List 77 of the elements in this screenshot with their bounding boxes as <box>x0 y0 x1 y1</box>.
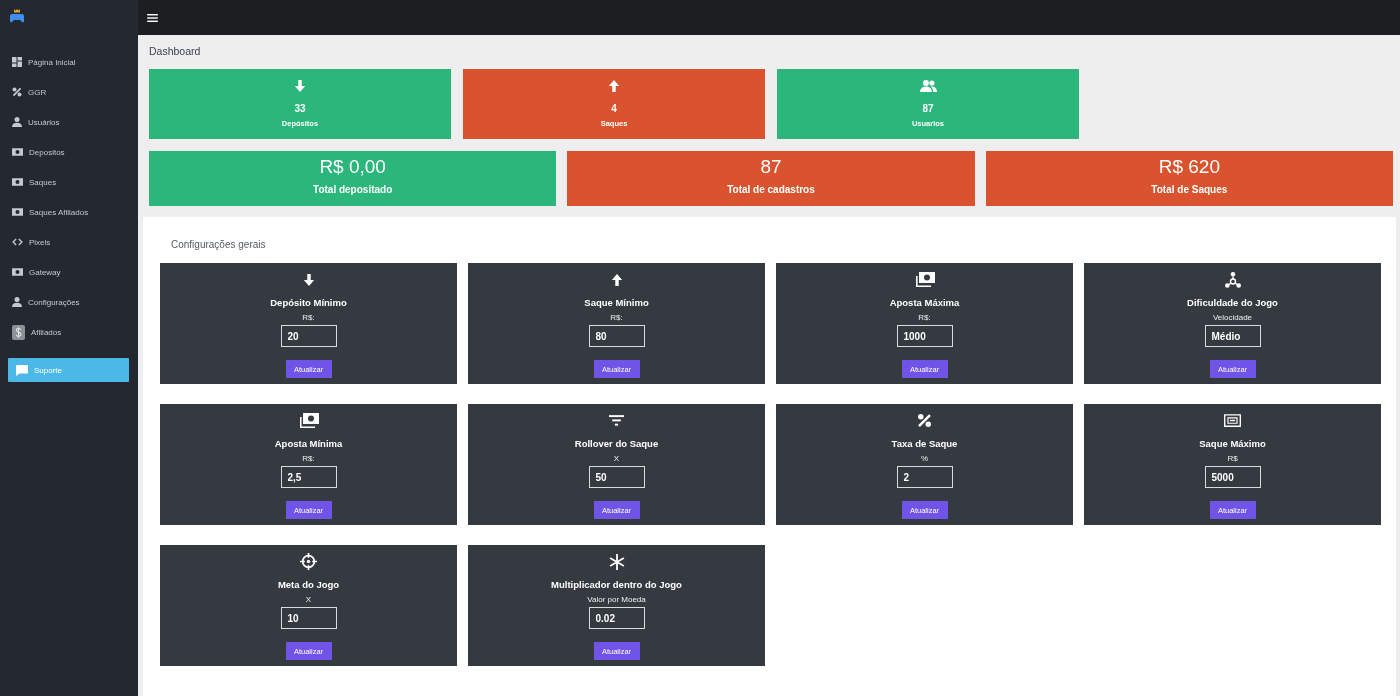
unit-label: X <box>305 595 312 605</box>
filter-icon <box>609 415 624 426</box>
unit-label: R$: <box>610 313 623 323</box>
menu-icon[interactable] <box>147 13 158 22</box>
dashboard-icon <box>12 57 22 67</box>
sidebar-item[interactable]: Saques Afiliados <box>0 197 138 227</box>
unit-label: R$: <box>302 313 315 323</box>
sidebar-item[interactable]: Depositos <box>0 137 138 167</box>
sidebar-item[interactable]: GGR <box>0 77 138 107</box>
banknote-icon <box>12 148 23 156</box>
sidebar-item[interactable]: Gateway <box>0 257 138 287</box>
unit-label: % <box>920 454 929 464</box>
setting-title: Saque Mínimo <box>584 297 649 308</box>
value-field[interactable]: 5000 <box>1204 466 1261 488</box>
section-title: Configurações gerais <box>171 239 267 251</box>
user-icon <box>12 297 22 307</box>
arrow-up-icon <box>610 273 623 286</box>
setting-title: Depósito Mínimo <box>270 297 347 308</box>
page-title: Dashboard <box>149 44 202 58</box>
setting-title: Dificuldade do Jogo <box>1187 297 1278 308</box>
value-field[interactable]: 0.02 <box>588 607 645 629</box>
sidebar-item[interactable]: Pixels <box>0 227 138 257</box>
money-stack-icon <box>298 412 319 429</box>
banknote-icon <box>12 208 23 216</box>
banknote-icon <box>1224 414 1241 427</box>
stat-value: 87 <box>922 103 934 115</box>
chat-icon <box>16 364 28 376</box>
sidebar-item[interactable]: Afiliados <box>0 317 138 347</box>
setting-title: Rollover do Saque <box>574 438 659 449</box>
setting-title: Aposta Mínima <box>274 438 343 449</box>
value-field[interactable]: 2 <box>896 466 953 488</box>
unit-label: R$: <box>918 313 931 323</box>
arrow-down-icon <box>294 80 306 92</box>
banknote-icon <box>12 178 23 186</box>
value-field[interactable]: 2,5 <box>280 466 337 488</box>
sidebar-item[interactable]: Página Inicial <box>0 47 138 77</box>
code-icon <box>12 238 23 246</box>
user-icon <box>12 117 22 127</box>
crosshair-icon <box>300 553 317 570</box>
total-label: Total de cadastros <box>727 184 815 196</box>
setting-title: Meta do Jogo <box>277 579 340 590</box>
total-value: R$ 0,00 <box>319 156 386 178</box>
users-icon <box>919 80 937 92</box>
money-stack-icon <box>914 271 935 288</box>
total-value: R$ 620 <box>1158 156 1220 178</box>
unit-label: R$: <box>302 454 315 464</box>
setting-title: Multiplicador dentro do Jogo <box>551 579 682 590</box>
nodes-icon <box>1224 271 1241 288</box>
stat-value: 4 <box>611 103 617 115</box>
unit-label: Valor por Moeda <box>587 595 646 605</box>
setting-title: Aposta Máxima <box>889 297 960 308</box>
unit-label: X <box>613 454 620 464</box>
setting-title: Saque Máximo <box>1199 438 1266 449</box>
dollar-icon <box>12 324 25 340</box>
value-field[interactable]: 80 <box>588 325 645 347</box>
percent-icon <box>12 87 22 97</box>
sidebar-item[interactable]: Usuários <box>0 107 138 137</box>
unit-label: R$ <box>1227 454 1238 464</box>
stat-value: 33 <box>294 103 306 115</box>
sidebar-item[interactable]: Configurações <box>0 287 138 317</box>
gamepad-logo-icon[interactable] <box>10 9 24 23</box>
sidebar-item[interactable]: Saques <box>0 167 138 197</box>
asterisk-icon <box>608 553 625 570</box>
value-field[interactable]: Médio <box>1204 325 1261 347</box>
value-field[interactable]: 20 <box>280 325 337 347</box>
value-field[interactable]: 10 <box>280 607 337 629</box>
setting-title: Taxa de Saque <box>891 438 958 449</box>
percent-icon <box>917 413 932 428</box>
arrow-down-icon <box>302 273 315 286</box>
arrow-up-icon <box>608 80 620 92</box>
total-label: Total depositado <box>313 184 393 196</box>
banknote-icon <box>12 268 23 276</box>
total-label: Total de Saques <box>1151 184 1228 196</box>
value-field[interactable]: 50 <box>588 466 645 488</box>
value-field[interactable]: 1000 <box>896 325 953 347</box>
total-value: 87 <box>760 156 782 178</box>
unit-label: Velocidade <box>1212 313 1253 323</box>
